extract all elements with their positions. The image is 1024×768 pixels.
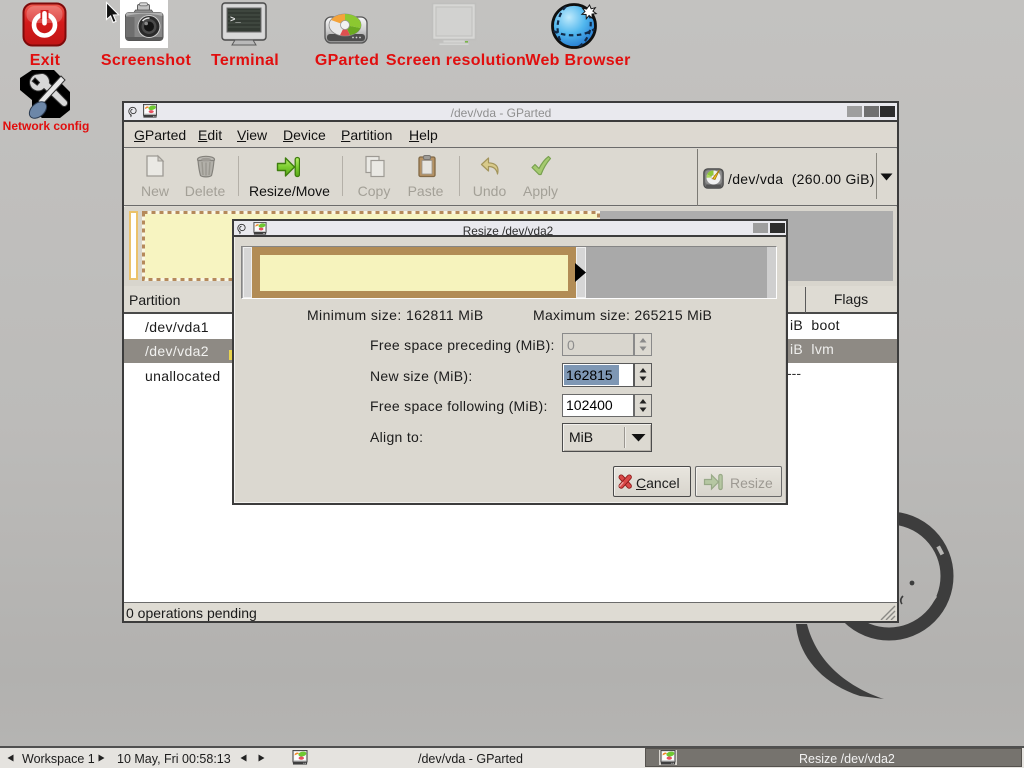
svg-text:>_: >_ [230,15,241,25]
